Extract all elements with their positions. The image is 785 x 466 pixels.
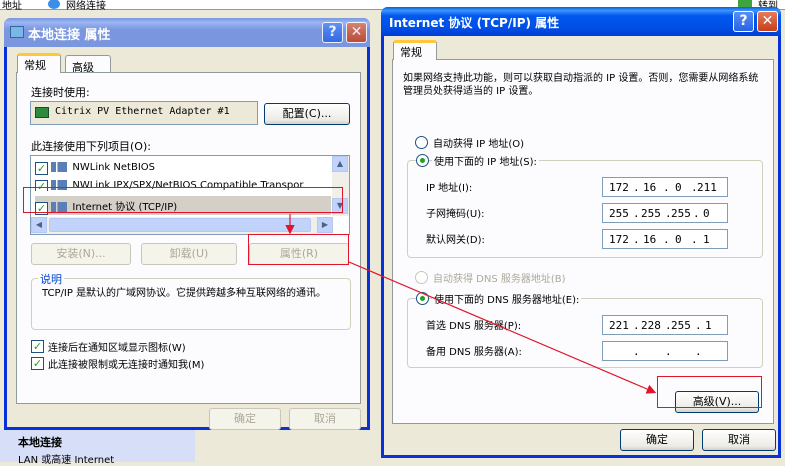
annotation-arrows — [285, 214, 657, 394]
arrow-to-advanced — [348, 261, 657, 394]
tab-general[interactable]: 常规 — [17, 53, 61, 73]
tab-general[interactable]: 常规 — [393, 40, 437, 60]
